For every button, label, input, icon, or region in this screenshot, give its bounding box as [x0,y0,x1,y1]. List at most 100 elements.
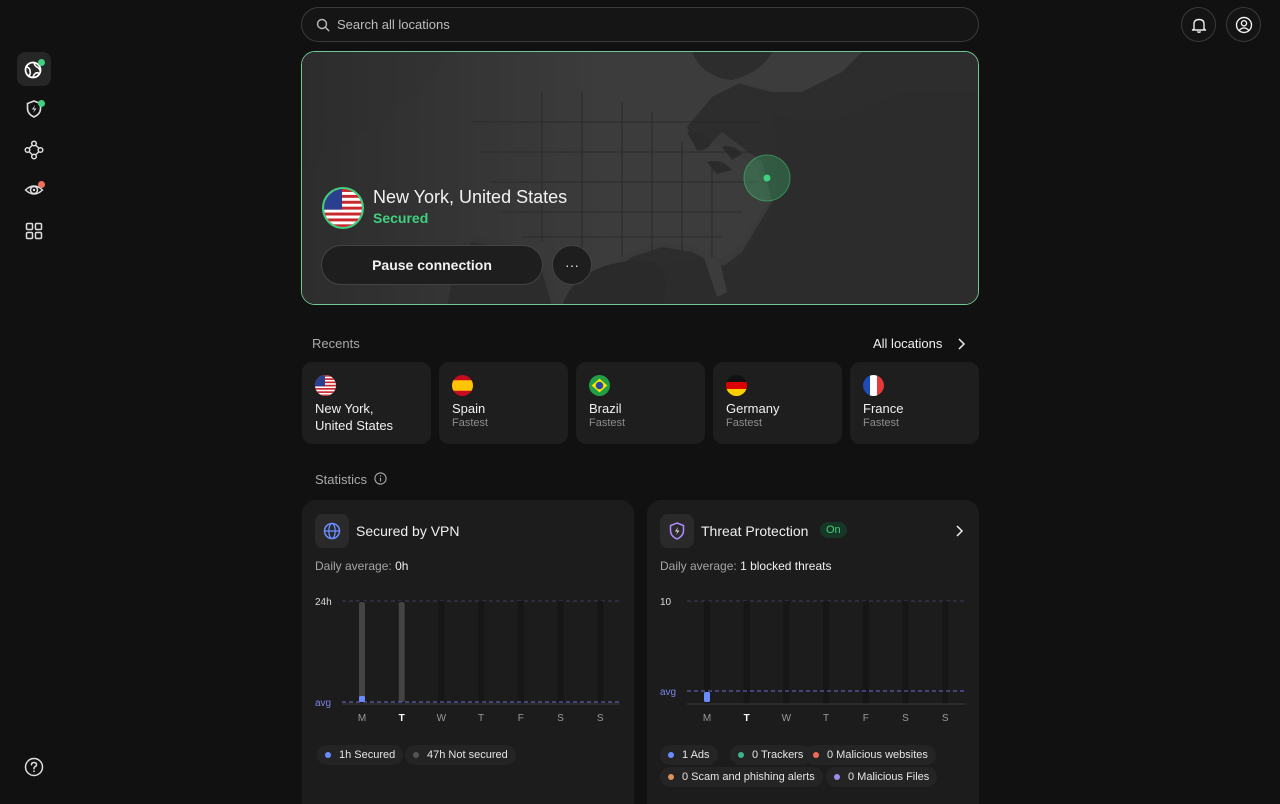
threat-avg-label: avg [660,687,676,698]
sidebar-item-meshnet[interactable] [17,133,51,167]
search-icon [316,18,330,31]
recent-location-card[interactable]: Brazil Fastest [576,362,705,444]
status-dot [38,59,45,66]
day-label: T [399,713,405,722]
shield-bolt-icon [669,522,685,540]
vpn-y-top-label: 24h [315,597,332,608]
recent-location-card[interactable]: Spain Fastest [439,362,568,444]
day-label: S [597,713,604,722]
threat-daily-average: Daily average: 1 blocked threats [660,559,832,573]
day-label: W [437,713,447,722]
day-label: T [823,713,829,722]
brazil-flag [589,375,610,396]
day-column [704,601,710,704]
recent-location-sub: Fastest [863,417,900,429]
day-label: T [744,713,750,722]
sidebar-item-threat-protection[interactable] [17,92,51,126]
day-column [902,601,909,704]
day-label: F [518,713,524,722]
apps-grid-icon [25,222,43,240]
day-column [438,601,445,704]
all-locations-label: All locations [873,336,943,351]
sidebar-item-vpn[interactable] [17,52,51,86]
notifications-button[interactable] [1181,7,1216,42]
connection-map-card: New York, United States Secured Pause co… [301,51,979,305]
recent-location-card[interactable]: Germany Fastest [713,362,842,444]
value-bar [359,696,365,702]
vpn-avg-label: avg [315,698,331,709]
threat-protection-card[interactable]: Threat Protection On Daily average: 1 bl… [647,500,979,804]
info-icon[interactable] [374,472,387,485]
connected-location: New York, United States [373,187,568,207]
search-bar[interactable] [301,7,979,42]
threat-legend-malicious-websites: 0 Malicious websites [805,745,936,765]
recent-location-card[interactable]: France Fastest [850,362,979,444]
account-button[interactable] [1226,7,1261,42]
vpn-chart-svg: 24h avg M T W T F S S [315,597,620,722]
germany-flag [726,375,747,396]
threat-chart-svg: 10 avg M T W T F S S [660,597,965,722]
chevron-right-icon[interactable] [951,523,967,539]
recents-label: Recents [312,336,360,351]
vpn-card-title: Secured by VPN [356,523,460,539]
day-column [557,601,564,704]
status-badge: On [820,522,847,538]
threat-stat-icon-box [660,514,694,548]
recent-location-sub: Fastest [452,417,489,429]
pause-connection-button[interactable]: Pause connection [321,245,543,285]
sidebar [0,0,68,804]
recent-location-sub: Fastest [589,417,626,429]
statistics-label: Statistics [315,472,368,487]
day-label: F [863,713,869,722]
vpn-legend-secured: 1h Secured [317,745,404,765]
recent-location-card[interactable]: New York, United States [302,362,431,444]
day-column [517,601,524,704]
network-nodes-icon [24,140,44,160]
bell-icon [1191,18,1206,33]
recent-location-name: France [863,401,904,416]
value-bar [704,692,710,702]
sidebar-item-dark-web-monitor[interactable] [17,173,51,207]
not-secured-bar [359,602,365,702]
help-icon[interactable] [24,757,44,777]
globe-icon [323,522,341,540]
threat-legend-ads: 1 Ads [660,745,718,765]
status-dot [38,100,45,107]
threat-legend-malicious-files: 0 Malicious Files [826,767,938,787]
day-column [478,601,485,704]
day-column [823,601,830,704]
recent-location-name: Spain [452,401,486,416]
threat-y-top-label: 10 [660,597,672,608]
day-column [783,601,790,704]
threat-legend-scam-phishing: 0 Scam and phishing alerts [660,767,823,787]
sidebar-item-apps[interactable] [17,214,51,248]
day-column [862,601,869,704]
user-icon [1235,16,1252,33]
france-flag [863,375,884,396]
connection-status: Secured [373,210,429,226]
day-label: M [703,713,711,722]
vpn-stat-icon-box [315,514,349,548]
day-label: T [478,713,484,722]
day-column [743,601,750,704]
vpn-daily-average: Daily average: 0h [315,559,409,573]
alert-dot [38,181,45,188]
threat-legend-trackers: 0 Trackers [730,745,812,765]
day-label: M [358,713,366,722]
us-flag [315,375,336,396]
more-options-button[interactable]: ··· [552,245,592,285]
recent-location-name: Germany [726,401,780,416]
day-label: W [782,713,792,722]
recent-location-name: New York, United States [315,401,394,433]
recent-location-name: Brazil [589,401,622,416]
us-flag [322,187,364,229]
vpn-legend-not-secured: 47h Not secured [405,745,516,765]
chevron-right-icon [958,337,966,350]
day-column [597,601,604,704]
secured-by-vpn-card: Secured by VPN Daily average: 0h 24h avg… [302,500,634,804]
threat-card-title: Threat Protection [701,523,809,539]
spain-flag [452,375,473,396]
search-input[interactable] [337,17,937,32]
all-locations-link[interactable]: All locations [873,336,968,351]
day-label: S [942,713,949,722]
